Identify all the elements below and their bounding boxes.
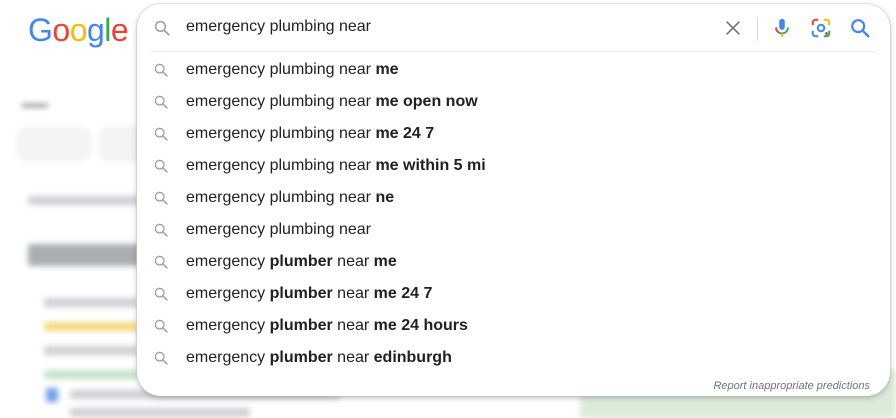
result-line [70,408,250,417]
logo-letter: o [69,12,88,48]
suggestion-text: emergency plumbing near me open now [186,93,478,111]
search-icon [154,159,168,173]
suggestion-completion: edinburgh [373,349,452,366]
search-button-icon[interactable] [849,17,871,39]
microphone-icon[interactable] [771,16,793,40]
search-icon [154,127,168,141]
suggestion-completion: plumber [269,285,333,302]
suggestion-completion: plumber [269,317,333,334]
suggestion-prefix: near [332,317,374,334]
suggestion-completion: plumber [269,253,333,270]
divider [151,51,876,52]
suggestion-item[interactable]: emergency plumbing near me within 5 mi [137,150,890,182]
suggestion-prefix: emergency [186,349,270,366]
suggestion-text: emergency plumbing near ne [186,189,394,207]
suggestion-prefix: near [332,253,374,270]
search-bar: emergency plumbing near [137,4,890,52]
suggestion-text: emergency plumbing near me within 5 mi [186,157,486,175]
search-icon [154,255,168,269]
logo-letter: G [28,12,53,48]
search-icon [154,95,168,109]
search-icon [154,191,168,205]
search-icon [154,20,170,36]
report-predictions-link[interactable]: Report inappropriate predictions [713,380,870,392]
result-heading [28,244,153,266]
suggestion-list: emergency plumbing near me emergency plum… [137,54,890,374]
suggestion-prefix: emergency plumbing near [186,221,371,238]
search-icon [154,63,168,77]
suggestion-text: emergency plumber near me 24 7 [186,285,432,303]
suggestion-item[interactable]: emergency plumbing near me open now [137,86,890,118]
suggestion-completion: me 24 7 [375,125,435,142]
suggestion-item[interactable]: emergency plumber near me 24 hours [137,310,890,342]
result-line [44,298,139,307]
result-line [28,196,148,205]
suggestion-completion: me 24 7 [373,285,433,302]
suggestion-prefix: emergency [186,253,270,270]
suggestion-prefix: emergency plumbing near [186,93,376,110]
suggestion-prefix: emergency [186,285,270,302]
suggestion-item[interactable]: emergency plumbing near me 24 7 [137,118,890,150]
lens-icon[interactable] [810,17,832,39]
filter-chip [100,128,142,160]
suggestion-completion: me within 5 mi [375,157,486,174]
clear-icon[interactable] [723,18,743,38]
suggestion-item[interactable]: emergency plumber near edinburgh [137,342,890,374]
suggestion-text: emergency plumbing near [186,221,371,239]
suggestion-completion: me [373,253,397,270]
logo-letter: l [104,12,111,48]
suggestion-prefix: emergency plumbing near [186,125,376,142]
search-icon [154,223,168,237]
suggestion-completion: me open now [375,93,478,110]
suggestion-text: emergency plumbing near me [186,61,399,79]
suggestion-prefix: emergency plumbing near [186,157,376,174]
suggestion-item[interactable]: emergency plumbing near ne [137,182,890,214]
open-status [44,370,139,379]
search-icon [154,287,168,301]
suggestion-prefix: emergency [186,317,270,334]
suggestion-item[interactable]: emergency plumber near me [137,246,890,278]
divider [757,17,758,41]
search-icon [154,351,168,365]
suggestion-completion: plumber [269,349,333,366]
filter-chip [18,128,90,160]
suggestion-text: emergency plumber near me 24 hours [186,317,468,335]
suggestion-text: emergency plumber near me [186,253,397,271]
logo-letter: e [110,12,129,48]
suggestion-completion: ne [375,189,395,206]
suggestion-prefix: emergency plumbing near [186,189,376,206]
logo-letter: o [52,12,70,48]
suggestion-prefix: near [332,285,374,302]
suggestion-completion: me [375,61,399,78]
suggestion-item[interactable]: emergency plumber near me 24 7 [137,278,890,310]
suggestion-text: emergency plumbing near me 24 7 [186,125,434,143]
rating-stars [44,322,139,331]
suggestion-prefix: emergency plumbing near [186,61,376,78]
search-icon [154,319,168,333]
result-icon [46,388,58,402]
suggestion-prefix: near [332,349,374,366]
suggestion-text: emergency plumber near edinburgh [186,349,452,367]
result-line [44,346,139,355]
suggestion-item[interactable]: emergency plumbing near me [137,54,890,86]
search-input[interactable]: emergency plumbing near [186,18,371,36]
google-logo[interactable]: Google [28,12,129,49]
search-autocomplete-panel: emergency plumbing near emergency plumbi… [137,4,890,396]
suggestion-completion: me 24 hours [373,317,468,334]
tab-underline [22,104,48,107]
logo-letter: g [86,12,105,48]
suggestion-item[interactable]: emergency plumbing near [137,214,890,246]
